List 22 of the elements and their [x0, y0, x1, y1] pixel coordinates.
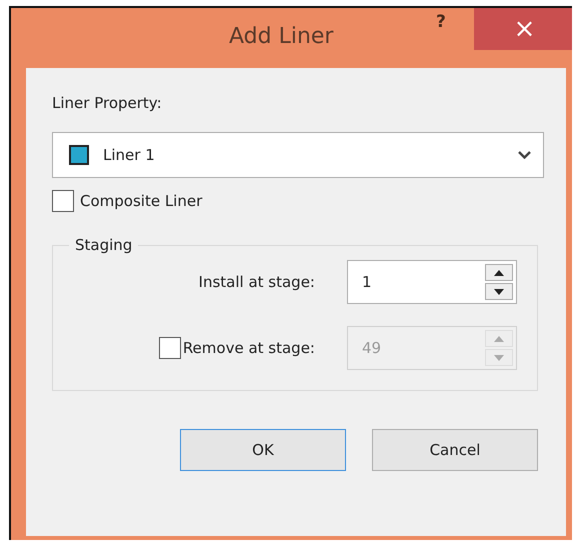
field-label: Install at stage: [198, 273, 315, 291]
help-button[interactable]: ? [436, 12, 446, 32]
checkbox-label: Remove at stage: [182, 339, 315, 357]
down-arrow-icon [494, 288, 504, 294]
number-spinner[interactable]: 1 [347, 260, 517, 304]
liner-dropdown[interactable]: Liner 1 [52, 132, 544, 178]
close-button[interactable]: × [474, 8, 572, 50]
down-arrow-icon [494, 354, 504, 360]
up-arrow-icon [494, 336, 504, 342]
decrement-button[interactable] [485, 283, 513, 300]
cancel-button[interactable]: Cancel [372, 429, 538, 471]
dropdown-value: Liner 1 [103, 146, 156, 164]
checkbox[interactable] [52, 190, 74, 212]
chevron-down-icon [518, 151, 531, 159]
checkbox-label: Composite Liner [80, 192, 202, 210]
field-label: Liner Property: [52, 94, 163, 112]
up-arrow-icon [494, 270, 504, 276]
window-title: Add Liner [229, 24, 334, 49]
stage-input[interactable]: 1 [348, 261, 482, 303]
group-title: Staging [74, 236, 134, 254]
increment-button[interactable] [485, 264, 513, 281]
ok-button[interactable]: OK [180, 429, 346, 471]
